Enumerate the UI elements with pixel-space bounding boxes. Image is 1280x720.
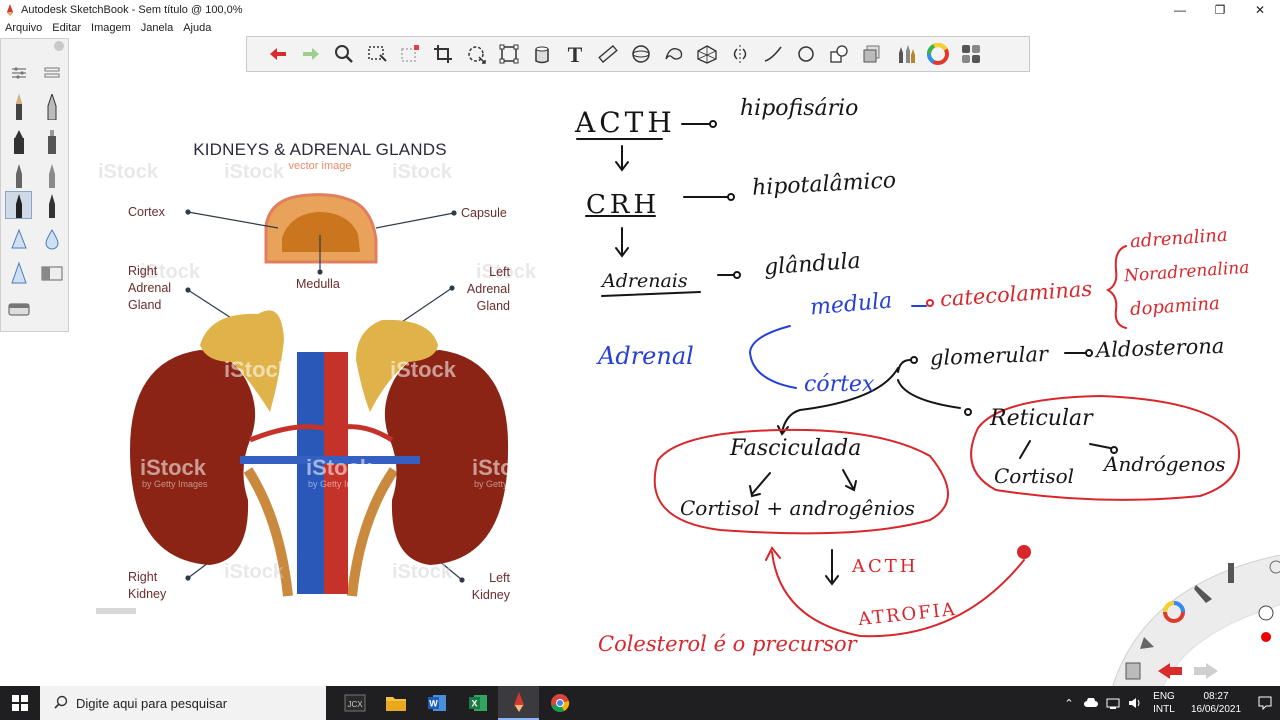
lagoon-layers-icon[interactable] bbox=[1125, 662, 1141, 680]
network-icon[interactable] bbox=[1102, 697, 1124, 709]
note-fasciculada: Fasciculada bbox=[730, 436, 862, 461]
search-icon bbox=[54, 695, 68, 712]
word-icon[interactable]: W bbox=[416, 686, 457, 720]
language-indicator[interactable]: ENG INTL bbox=[1146, 690, 1182, 716]
cloud-icon[interactable] bbox=[1080, 698, 1102, 708]
note-adrenal: Adrenal bbox=[598, 342, 694, 370]
lagoon-pen-icon[interactable] bbox=[1228, 563, 1234, 583]
sketchup-icon[interactable]: JCX bbox=[334, 686, 375, 720]
lagoon-info-icon[interactable] bbox=[1258, 605, 1274, 621]
svg-text:JCX: JCX bbox=[347, 700, 363, 709]
note-aldosterona: Aldosterona bbox=[1095, 333, 1225, 363]
sketchbook-window: Autodesk SketchBook - Sem título @ 100,0… bbox=[0, 0, 1280, 720]
note-colesterol: Colesterol é o precursor bbox=[598, 632, 857, 656]
note-reticular: Reticular bbox=[990, 406, 1093, 431]
lagoon-menu bbox=[1109, 555, 1280, 695]
svg-text:X: X bbox=[471, 699, 477, 709]
note-cortisol: Cortisol bbox=[994, 464, 1075, 488]
windows-taskbar: Digite aqui para pesquisar JCX W X ⌃ ENG… bbox=[0, 686, 1280, 720]
search-placeholder: Digite aqui para pesquisar bbox=[76, 695, 228, 711]
svg-text:W: W bbox=[429, 699, 438, 709]
note-hipofisario: hipofisário bbox=[740, 96, 859, 121]
file-explorer-icon[interactable] bbox=[375, 686, 416, 720]
system-tray: ⌃ ENG INTL 08:27 16/06/2021 bbox=[1058, 686, 1280, 720]
note-acth: ACTH bbox=[575, 106, 676, 139]
note-glomerular: glomerular bbox=[929, 341, 1049, 371]
clock[interactable]: 08:27 16/06/2021 bbox=[1182, 690, 1250, 716]
windows-start-icon[interactable] bbox=[0, 686, 40, 720]
note-cortex: córtex bbox=[804, 372, 875, 397]
sketchbook-taskbar-icon[interactable] bbox=[498, 686, 539, 720]
note-adrenais: Adrenais bbox=[602, 270, 688, 292]
note-androgenos: Andrógenos bbox=[1104, 452, 1226, 476]
note-cortisol-androgenios: Cortisol + androgênios bbox=[680, 496, 915, 520]
excel-icon[interactable]: X bbox=[457, 686, 498, 720]
chevron-up-icon[interactable]: ⌃ bbox=[1058, 697, 1080, 710]
note-acth-red: ACTH bbox=[852, 556, 919, 577]
chrome-icon[interactable] bbox=[539, 686, 580, 720]
volume-icon[interactable] bbox=[1124, 697, 1146, 709]
taskbar-search-box[interactable]: Digite aqui para pesquisar bbox=[40, 686, 326, 720]
lagoon-red-color-icon[interactable] bbox=[1261, 632, 1271, 642]
note-crh: CRH bbox=[586, 190, 661, 220]
notification-icon[interactable] bbox=[1250, 696, 1280, 710]
